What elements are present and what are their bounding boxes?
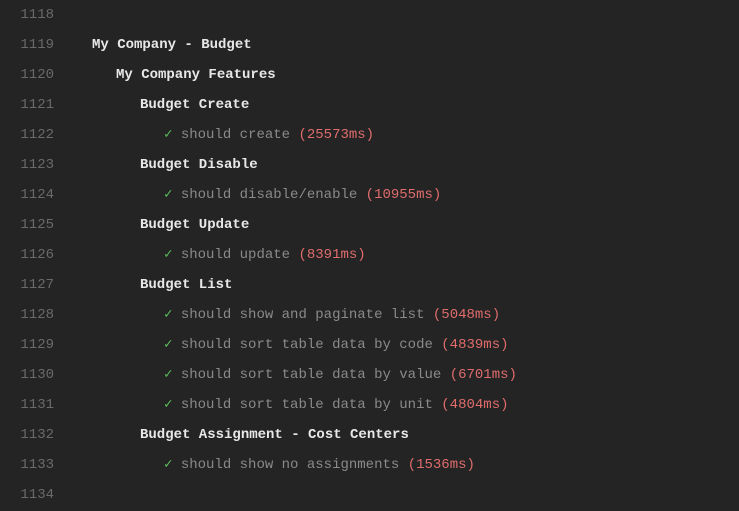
suite-label: Budget Update xyxy=(140,210,249,240)
line-number: 1129 xyxy=(0,330,54,360)
line-number: 1119 xyxy=(0,30,54,60)
test-duration: (25573ms) xyxy=(298,120,374,150)
test-label: should update xyxy=(172,240,298,270)
test-duration: (5048ms) xyxy=(433,300,500,330)
test-result: ✓ should disable/enable (10955ms) xyxy=(68,180,739,210)
line-number: 1123 xyxy=(0,150,54,180)
suite-label: Budget Disable xyxy=(140,150,258,180)
test-duration: (4839ms) xyxy=(441,330,508,360)
suite-label: My Company Features xyxy=(116,60,276,90)
line-number: 1126 xyxy=(0,240,54,270)
suite-label: Budget Assignment - Cost Centers xyxy=(140,420,409,450)
test-duration: (10955ms) xyxy=(366,180,442,210)
test-label: should create xyxy=(172,120,298,150)
checkmark-icon: ✓ xyxy=(164,120,172,150)
test-duration: (1536ms) xyxy=(408,450,475,480)
test-result: ✓ should show and paginate list (5048ms) xyxy=(68,300,739,330)
test-suite: Budget Disable xyxy=(68,150,739,180)
test-result: ✓ should show no assignments (1536ms) xyxy=(68,450,739,480)
test-label: should sort table data by code xyxy=(172,330,441,360)
line-number: 1120 xyxy=(0,60,54,90)
line-number: 1131 xyxy=(0,390,54,420)
suite-label: My Company - Budget xyxy=(92,30,252,60)
test-result: ✓ should sort table data by code (4839ms… xyxy=(68,330,739,360)
checkmark-icon: ✓ xyxy=(164,330,172,360)
line-number: 1125 xyxy=(0,210,54,240)
test-label: should sort table data by unit xyxy=(172,390,441,420)
test-duration: (8391ms) xyxy=(298,240,365,270)
test-label: should show and paginate list xyxy=(172,300,432,330)
line-number: 1124 xyxy=(0,180,54,210)
line-number: 1118 xyxy=(0,0,54,30)
test-label: should disable/enable xyxy=(172,180,365,210)
test-suite: Budget Assignment - Cost Centers xyxy=(68,420,739,450)
terminal-output: My Company - BudgetMy Company FeaturesBu… xyxy=(68,0,739,511)
test-suite: Budget Create xyxy=(68,90,739,120)
test-suite: Budget Update xyxy=(68,210,739,240)
test-result: ✓ should sort table data by value (6701m… xyxy=(68,360,739,390)
test-duration: (4804ms) xyxy=(441,390,508,420)
checkmark-icon: ✓ xyxy=(164,360,172,390)
line-number: 1121 xyxy=(0,90,54,120)
checkmark-icon: ✓ xyxy=(164,390,172,420)
blank-line xyxy=(68,0,739,30)
line-number: 1122 xyxy=(0,120,54,150)
suite-label: Budget Create xyxy=(140,90,249,120)
test-suite: Budget List xyxy=(68,270,739,300)
line-number-gutter: 1118111911201121112211231124112511261127… xyxy=(0,0,68,511)
test-label: should sort table data by value xyxy=(172,360,449,390)
checkmark-icon: ✓ xyxy=(164,300,172,330)
test-result: ✓ should update (8391ms) xyxy=(68,240,739,270)
checkmark-icon: ✓ xyxy=(164,450,172,480)
test-duration: (6701ms) xyxy=(450,360,517,390)
checkmark-icon: ✓ xyxy=(164,180,172,210)
editor-pane: 1118111911201121112211231124112511261127… xyxy=(0,0,739,511)
test-suite: My Company Features xyxy=(68,60,739,90)
line-number: 1127 xyxy=(0,270,54,300)
test-result: ✓ should create (25573ms) xyxy=(68,120,739,150)
line-number: 1134 xyxy=(0,480,54,510)
line-number: 1132 xyxy=(0,420,54,450)
line-number: 1128 xyxy=(0,300,54,330)
line-number: 1130 xyxy=(0,360,54,390)
suite-label: Budget List xyxy=(140,270,232,300)
test-result: ✓ should sort table data by unit (4804ms… xyxy=(68,390,739,420)
blank-line xyxy=(68,480,739,510)
line-number: 1133 xyxy=(0,450,54,480)
test-label: should show no assignments xyxy=(172,450,407,480)
test-suite: My Company - Budget xyxy=(68,30,739,60)
checkmark-icon: ✓ xyxy=(164,240,172,270)
